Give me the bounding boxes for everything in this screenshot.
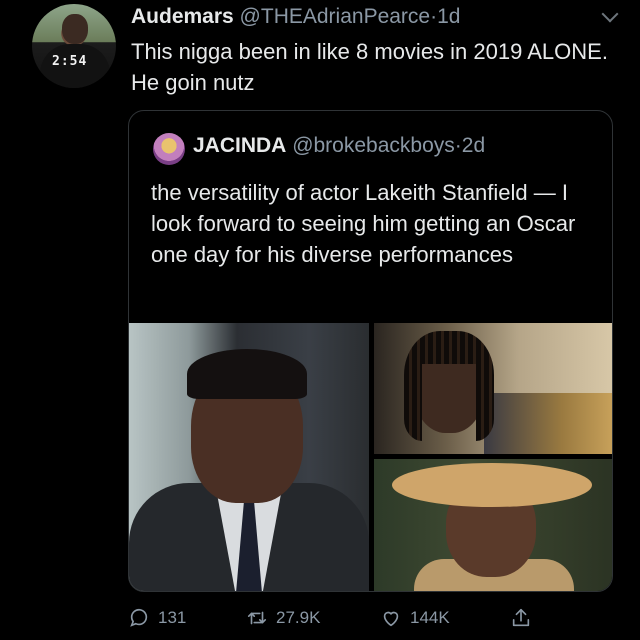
avatar-shirt-text: 2:54 <box>52 54 88 69</box>
quoted-author-name[interactable]: JACINDA <box>193 134 286 157</box>
tweet[interactable]: 2:54 Audemars @THEAdrianPearce·1d This n… <box>0 0 640 640</box>
share-icon <box>512 608 530 627</box>
quoted-separator: · <box>454 134 462 157</box>
like-count: 144K <box>410 608 450 627</box>
retweet-count: 27.9K <box>276 608 321 627</box>
image2-jacket <box>484 393 612 454</box>
author-avatar[interactable]: 2:54 <box>32 4 116 88</box>
author-name[interactable]: Audemars <box>131 5 234 28</box>
timestamp[interactable]: 1d <box>437 5 460 28</box>
quoted-author-avatar[interactable] <box>153 133 185 165</box>
image3-hat <box>392 463 592 507</box>
tweet-header: Audemars @THEAdrianPearce·1d <box>131 3 620 31</box>
media-image-1[interactable] <box>129 323 369 591</box>
like-button[interactable]: 144K <box>380 603 450 633</box>
action-bar: 131 27.9K 144K <box>128 603 548 633</box>
quoted-tweet-header: JACINDA @brokebackboys·2d <box>193 131 485 161</box>
reply-button[interactable]: 131 <box>128 603 186 633</box>
reply-count: 131 <box>158 608 187 627</box>
quoted-author-handle[interactable]: @brokebackboys <box>292 134 455 157</box>
avatar-head <box>62 14 88 44</box>
media-image-2[interactable] <box>374 323 612 454</box>
media-grid <box>129 323 612 591</box>
reply-icon <box>130 608 148 627</box>
tweet-text: This nigga been in like 8 movies in 2019… <box>131 39 608 95</box>
quoted-tweet[interactable]: JACINDA @brokebackboys·2d the versatilit… <box>128 110 613 592</box>
retweet-button[interactable]: 27.9K <box>246 603 320 633</box>
share-button[interactable] <box>510 603 540 633</box>
quoted-timestamp: 2d <box>461 134 486 157</box>
image1-hair <box>187 349 307 399</box>
author-handle[interactable]: @THEAdrianPearce <box>240 5 431 28</box>
retweet-icon <box>247 611 267 625</box>
heart-icon <box>383 611 399 627</box>
quoted-tweet-text: the versatility of actor Lakeith Stanfie… <box>151 180 576 267</box>
media-image-3[interactable] <box>374 459 612 591</box>
